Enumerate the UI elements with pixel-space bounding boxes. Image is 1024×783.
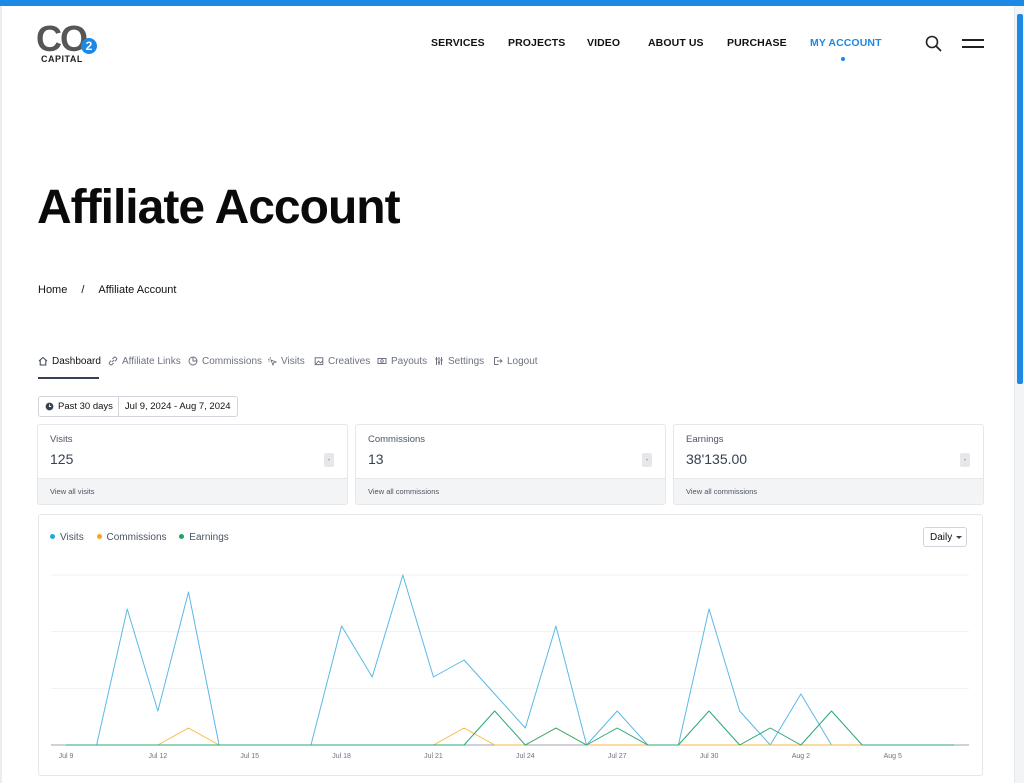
tab-logout[interactable]: Logout — [493, 356, 538, 378]
x-tick-label: Jul 18 — [332, 753, 351, 760]
line-chart: Jul 9 Jul 12 Jul 15 Jul 18 Jul 21 Jul 24 Jul 2… — [51, 574, 969, 760]
clock-icon — [45, 402, 54, 411]
nav-item-about-us[interactable]: ABOUT US — [648, 37, 704, 49]
commissions-card: Commissions 13 - View all commissions — [355, 424, 666, 505]
co2-capital-logo[interactable]: CO 2 CAPITAL — [36, 18, 100, 66]
active-tab-indicator — [38, 377, 99, 379]
logout-icon — [494, 357, 503, 365]
x-tick-label: Jul 21 — [424, 753, 443, 760]
card-label: Earnings — [686, 434, 724, 445]
page-title: Affiliate Account — [37, 181, 401, 234]
trend-badge: - — [324, 453, 334, 467]
scrollbar-track[interactable] — [1014, 6, 1024, 783]
date-range-picker[interactable]: Past 30 days Jul 9, 2024 - Aug 7, 2024 — [38, 396, 238, 417]
tab-label: Creatives — [328, 356, 371, 367]
breadcrumb-separator: / — [81, 284, 85, 296]
logo-subscript: 2 — [81, 38, 97, 54]
tab-visits[interactable]: Visits — [267, 356, 305, 378]
link-icon — [108, 356, 118, 366]
tab-dashboard[interactable]: Dashboard — [38, 356, 101, 378]
nav-item-purchase[interactable]: PURCHASE — [727, 37, 787, 49]
card-value: 125 — [50, 451, 74, 467]
money-icon — [377, 358, 387, 364]
x-tick-label: Jul 24 — [516, 753, 535, 760]
cursor-click-icon — [267, 356, 278, 367]
nav-item-projects[interactable]: PROJECTS — [508, 37, 565, 49]
image-icon — [314, 357, 324, 366]
tab-label: Affiliate Links — [122, 356, 181, 367]
window-left-edge — [0, 6, 2, 783]
tab-affiliate-links[interactable]: Affiliate Links — [108, 356, 181, 378]
card-footer: View all commissions — [674, 478, 983, 504]
nav-item-video[interactable]: VIDEO — [587, 37, 620, 49]
stats-chart-card: Visits Commissions Earnings Daily Jul 9J… — [38, 514, 983, 776]
x-tick-label: Jul 15 — [240, 753, 259, 760]
view-all-earnings-link[interactable]: View all commissions — [686, 487, 757, 496]
x-tick-label: Jul 12 — [149, 753, 168, 760]
breadcrumb-current: Affiliate Account — [98, 284, 177, 296]
date-range-value[interactable]: Jul 9, 2024 - Aug 7, 2024 — [119, 397, 237, 416]
x-tick-label: Jul 9 — [59, 753, 74, 760]
view-all-commissions-link[interactable]: View all commissions — [368, 487, 439, 496]
scrollbar-thumb[interactable] — [1017, 14, 1023, 384]
series-line-commissions — [66, 727, 954, 746]
card-footer: View all commissions — [356, 478, 665, 504]
pie-chart-icon — [188, 356, 198, 366]
home-icon — [38, 356, 48, 366]
tab-commissions[interactable]: Commissions — [188, 356, 262, 378]
x-tick-label: Jul 27 — [608, 753, 627, 760]
tab-label: Commissions — [202, 356, 263, 367]
sliders-icon — [435, 357, 443, 365]
card-footer: View all visits — [38, 478, 347, 504]
x-tick-label: Aug 5 — [884, 753, 902, 760]
date-preset-label: Past 30 days — [58, 401, 113, 412]
tab-label: Logout — [507, 356, 538, 367]
card-label: Commissions — [368, 434, 426, 445]
tab-label: Payouts — [391, 356, 428, 367]
search-icon[interactable] — [924, 34, 944, 54]
breadcrumb: Home / Affiliate Account — [38, 284, 176, 296]
earnings-card: Earnings 38'135.00 - View all commission… — [673, 424, 984, 505]
trend-badge: - — [960, 453, 970, 467]
x-tick-label: Jul 30 — [700, 753, 719, 760]
series-line-visits — [66, 574, 954, 746]
card-label: Visits — [50, 434, 73, 445]
x-tick-label: Aug 2 — [792, 753, 810, 760]
nav-item-services[interactable]: SERVICES — [431, 37, 485, 49]
hamburger-menu-icon[interactable] — [962, 37, 984, 51]
active-nav-indicator — [841, 57, 845, 61]
card-value: 38'135.00 — [686, 451, 748, 467]
tab-label: Visits — [281, 356, 305, 367]
card-value: 13 — [368, 451, 384, 467]
date-preset[interactable]: Past 30 days — [39, 397, 119, 416]
tab-settings[interactable]: Settings — [434, 356, 484, 378]
breadcrumb-home[interactable]: Home — [38, 284, 67, 296]
tab-payouts[interactable]: Payouts — [377, 356, 427, 378]
visits-card: Visits 125 - View all visits — [37, 424, 348, 505]
tab-creatives[interactable]: Creatives — [314, 356, 370, 378]
tab-label: Dashboard — [52, 356, 101, 367]
view-all-visits-link[interactable]: View all visits — [50, 487, 94, 496]
trend-badge: - — [642, 453, 652, 467]
nav-item-my-account[interactable]: MY ACCOUNT — [810, 37, 882, 49]
logo-caption: CAPITAL — [41, 54, 83, 64]
tab-label: Settings — [448, 356, 485, 367]
top-accent-bar — [0, 0, 1024, 6]
